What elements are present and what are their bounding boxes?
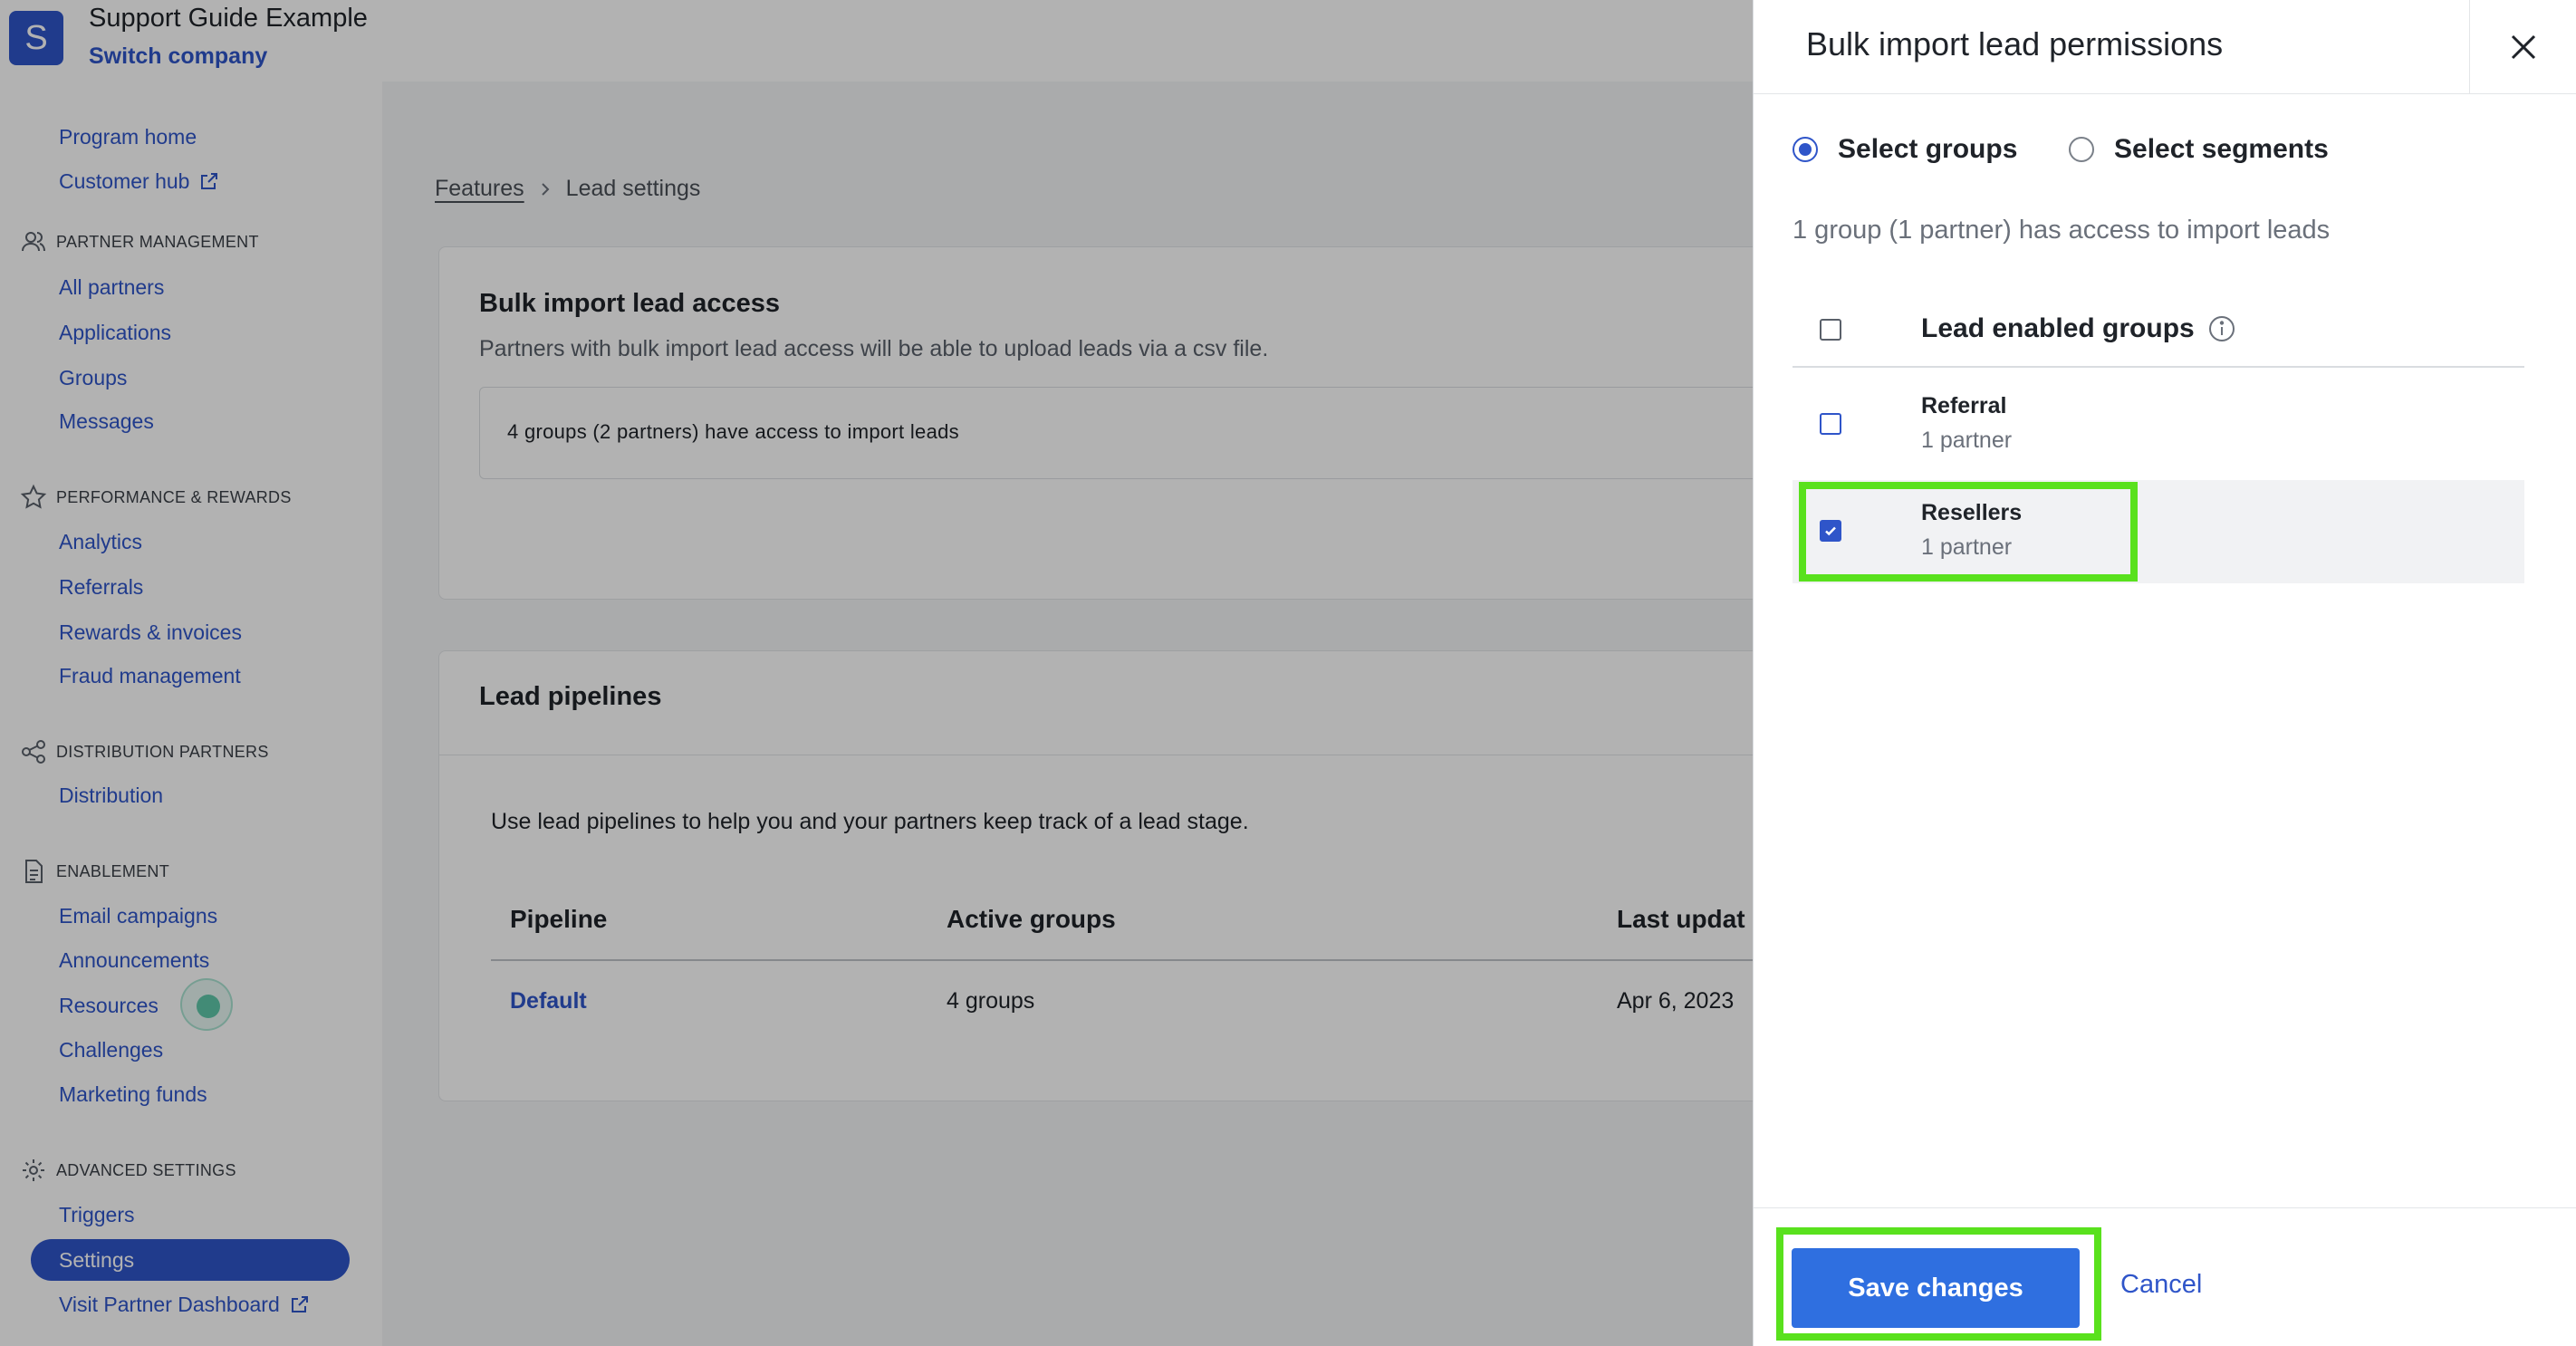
close-button[interactable] bbox=[2469, 0, 2576, 94]
info-icon[interactable] bbox=[2207, 314, 2236, 343]
radio-select-segments[interactable]: Select segments bbox=[2069, 134, 2329, 165]
permissions-drawer: Bulk import lead permissions Select grou… bbox=[1753, 0, 2576, 1346]
drawer-summary: 1 group (1 partner) has access to import… bbox=[1793, 216, 2331, 245]
highlight-box-resellers bbox=[1799, 482, 2138, 582]
modal-backdrop[interactable] bbox=[0, 0, 1753, 1346]
close-icon bbox=[2511, 34, 2536, 60]
group-name: Referral bbox=[1921, 393, 2007, 418]
highlight-box-save bbox=[1776, 1227, 2101, 1341]
drawer-header: Bulk import lead permissions bbox=[1754, 0, 2576, 94]
radio-button[interactable] bbox=[2069, 137, 2094, 162]
group-partner-count: 1 partner bbox=[1921, 428, 2013, 453]
app-root: S Support Guide Example Switch company P… bbox=[0, 0, 2576, 1346]
cancel-button[interactable]: Cancel bbox=[2120, 1270, 2202, 1300]
radio-button[interactable] bbox=[1793, 137, 1818, 162]
groups-table-header: Lead enabled groups bbox=[1793, 301, 2524, 368]
drawer-title: Bulk import lead permissions bbox=[1806, 25, 2224, 62]
radio-select-groups[interactable]: Select groups bbox=[1793, 134, 2017, 165]
group-checkbox-referral[interactable] bbox=[1820, 413, 1841, 435]
select-all-checkbox[interactable] bbox=[1820, 319, 1841, 341]
group-row-referral[interactable]: Referral 1 partner bbox=[1793, 373, 2524, 476]
groups-header-label: Lead enabled groups bbox=[1921, 313, 2236, 344]
